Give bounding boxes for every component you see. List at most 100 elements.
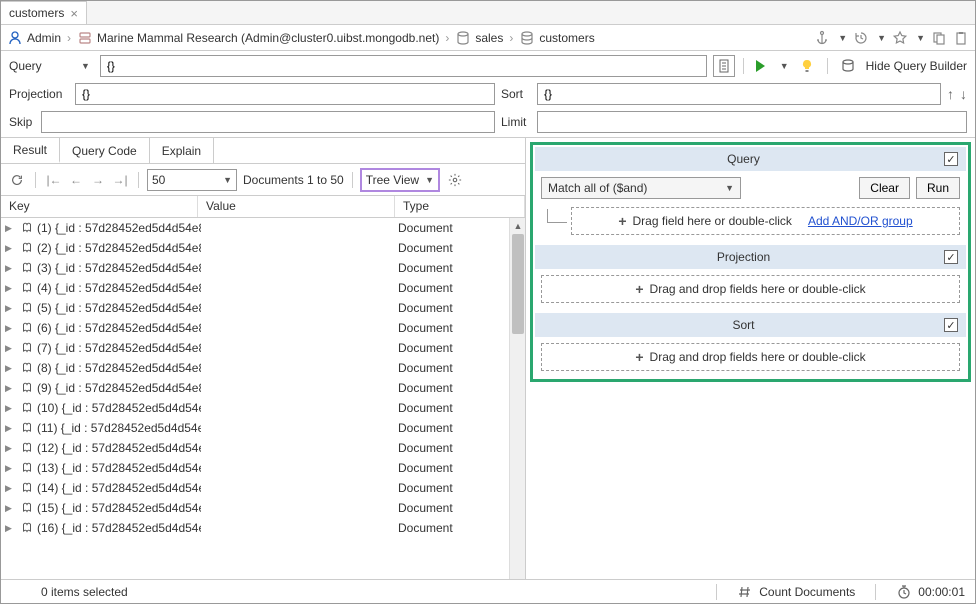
query-input[interactable] bbox=[100, 55, 707, 77]
document-icon bbox=[17, 361, 37, 375]
anchor-icon[interactable] bbox=[814, 30, 830, 46]
qb-sort-dropzone[interactable]: + Drag and drop fields here or double-cl… bbox=[541, 343, 960, 371]
gear-icon[interactable] bbox=[445, 170, 465, 190]
table-row[interactable]: ▶(7) {_id : 57d28452ed5d4d54e8 { 14 fiel… bbox=[1, 338, 525, 358]
paste-icon[interactable] bbox=[953, 30, 969, 46]
expand-icon[interactable]: ▶ bbox=[5, 363, 17, 374]
row-type: Document bbox=[398, 521, 521, 535]
qb-run-button[interactable]: Run bbox=[916, 177, 960, 199]
dropdown-icon[interactable]: ▼ bbox=[780, 61, 789, 71]
first-page-icon[interactable]: |← bbox=[44, 170, 64, 190]
expand-icon[interactable]: ▶ bbox=[5, 243, 17, 254]
view-mode-select[interactable]: Tree View ▼ bbox=[361, 169, 439, 191]
table-row[interactable]: ▶ (3) {_id : 57d28452ed5d4d54e8 { 13 fiel… bbox=[1, 258, 525, 278]
count-documents-button[interactable]: Count Documents bbox=[737, 584, 855, 600]
prev-page-icon[interactable]: ← bbox=[66, 170, 86, 190]
tab-explain[interactable]: Explain bbox=[150, 138, 214, 163]
sort-input[interactable] bbox=[537, 83, 941, 105]
expand-icon[interactable]: ▶ bbox=[5, 323, 17, 334]
qb-match-mode-select[interactable]: Match all of ($and) ▼ bbox=[541, 177, 741, 199]
expand-icon[interactable]: ▶ bbox=[5, 303, 17, 314]
sort-desc-icon[interactable]: ↓ bbox=[960, 86, 967, 102]
expand-icon[interactable]: ▶ bbox=[5, 523, 17, 534]
table-row[interactable]: ▶(15) {_id : 57d28452ed5d4d54e { 14 fiel… bbox=[1, 498, 525, 518]
tab-result[interactable]: Result bbox=[1, 138, 60, 163]
column-key[interactable]: Key bbox=[1, 196, 198, 217]
table-row[interactable]: ▶(5) {_id : 57d28452ed5d4d54e8 { 12 fiel… bbox=[1, 298, 525, 318]
scrollbar-thumb[interactable] bbox=[512, 234, 524, 334]
expand-icon[interactable]: ▶ bbox=[5, 463, 17, 474]
table-row[interactable]: ▶(1) {_id : 57d28452ed5d4d54e8 { 14 fiel… bbox=[1, 218, 525, 238]
table-row[interactable]: ▶(14) {_id : 57d28452ed5d4d54e { 14 fiel… bbox=[1, 478, 525, 498]
editor-tab[interactable]: customers × bbox=[1, 1, 87, 24]
document-icon bbox=[17, 401, 37, 415]
projection-input[interactable] bbox=[75, 83, 495, 105]
document-icon bbox=[17, 421, 37, 435]
table-row[interactable]: ▶(9) {_id : 57d28452ed5d4d54e8 { 13 fiel… bbox=[1, 378, 525, 398]
chevron-down-icon[interactable]: ▼ bbox=[77, 61, 94, 71]
qb-projection-dropzone[interactable]: + Drag and drop fields here or double-cl… bbox=[541, 275, 960, 303]
expand-icon[interactable]: ▶ bbox=[5, 423, 17, 434]
table-row[interactable]: ▶(6) {_id : 57d28452ed5d4d54e8 { 14 fiel… bbox=[1, 318, 525, 338]
qb-sort-checkbox[interactable]: ✓ bbox=[944, 318, 958, 332]
qb-projection-checkbox[interactable]: ✓ bbox=[944, 250, 958, 264]
table-row[interactable]: ▶(12) {_id : 57d28452ed5d4d54e { 14 fiel… bbox=[1, 438, 525, 458]
expand-icon[interactable]: ▶ bbox=[5, 483, 17, 494]
qb-clear-button[interactable]: Clear bbox=[859, 177, 910, 199]
expand-icon[interactable]: ▶ bbox=[5, 403, 17, 414]
star-icon[interactable] bbox=[892, 30, 908, 46]
dropdown-icon[interactable]: ▼ bbox=[838, 33, 847, 43]
status-bar: 0 items selected Count Documents 00:00:0… bbox=[1, 579, 975, 603]
breadcrumb-user[interactable]: Admin bbox=[27, 31, 61, 45]
next-page-icon[interactable]: → bbox=[88, 170, 108, 190]
qb-query-checkbox[interactable]: ✓ bbox=[944, 152, 958, 166]
database-icon bbox=[455, 30, 471, 46]
expand-icon[interactable]: ▶ bbox=[5, 443, 17, 454]
scrollbar-up-icon[interactable]: ▲ bbox=[510, 218, 525, 234]
qb-query-dropzone[interactable]: + Drag field here or double-click Add AN… bbox=[571, 207, 960, 235]
refresh-icon[interactable] bbox=[7, 170, 27, 190]
qb-query-header: Query ✓ bbox=[535, 147, 966, 171]
expand-icon[interactable]: ▶ bbox=[5, 263, 17, 274]
table-row[interactable]: ▶(16) {_id : 57d28452ed5d4d54e { 13 fiel… bbox=[1, 518, 525, 538]
qb-add-group-link[interactable]: Add AND/OR group bbox=[808, 214, 913, 228]
page-size-select[interactable]: 50 ▼ bbox=[147, 169, 237, 191]
grid-body[interactable]: ▶(1) {_id : 57d28452ed5d4d54e8 { 14 fiel… bbox=[1, 218, 525, 601]
table-row[interactable]: ▶(4) {_id : 57d28452ed5d4d54e8 { 13 fiel… bbox=[1, 278, 525, 298]
document-picker-icon[interactable] bbox=[713, 55, 735, 77]
limit-input[interactable] bbox=[537, 111, 967, 133]
close-icon[interactable]: × bbox=[70, 6, 78, 21]
breadcrumb-database[interactable]: sales bbox=[475, 31, 503, 45]
hide-query-builder-button[interactable]: Hide Query Builder bbox=[866, 59, 967, 73]
expand-icon[interactable]: ▶ bbox=[5, 283, 17, 294]
scrollbar[interactable]: ▲ ▼ bbox=[509, 218, 525, 601]
skip-input[interactable] bbox=[41, 111, 495, 133]
dropdown-icon[interactable]: ▼ bbox=[916, 33, 925, 43]
sort-asc-icon[interactable]: ↑ bbox=[947, 86, 954, 102]
lightbulb-icon[interactable] bbox=[799, 58, 815, 74]
copy-icon[interactable] bbox=[931, 30, 947, 46]
query-builder: Query ✓ Match all of ($and) ▼ Clear Run bbox=[530, 142, 971, 382]
last-page-icon[interactable]: →| bbox=[110, 170, 130, 190]
history-icon[interactable] bbox=[853, 30, 869, 46]
expand-icon[interactable]: ▶ bbox=[5, 503, 17, 514]
breadcrumb-cluster[interactable]: Marine Mammal Research (Admin@cluster0.u… bbox=[97, 31, 439, 45]
expand-icon[interactable]: ▶ bbox=[5, 343, 17, 354]
table-row[interactable]: ▶(10) {_id : 57d28452ed5d4d54e { 14 fiel… bbox=[1, 398, 525, 418]
play-icon[interactable] bbox=[752, 58, 768, 74]
expand-icon[interactable]: ▶ bbox=[5, 383, 17, 394]
table-row[interactable]: ▶(13) {_id : 57d28452ed5d4d54e { 14 fiel… bbox=[1, 458, 525, 478]
column-value[interactable]: Value bbox=[198, 196, 395, 217]
qb-sort-section: Sort ✓ + Drag and drop fields here or do… bbox=[535, 313, 966, 377]
table-row[interactable]: ▶(2) {_id : 57d28452ed5d4d54e8 { 13 fiel… bbox=[1, 238, 525, 258]
column-type[interactable]: Type bbox=[395, 196, 525, 217]
table-row[interactable]: ▶(8) {_id : 57d28452ed5d4d54e8 { 13 fiel… bbox=[1, 358, 525, 378]
table-row[interactable]: ▶(11) {_id : 57d28452ed5d4d54e { 12 fiel… bbox=[1, 418, 525, 438]
tab-query-code[interactable]: Query Code bbox=[60, 138, 150, 163]
expand-icon[interactable]: ▶ bbox=[5, 223, 17, 234]
dropdown-icon[interactable]: ▼ bbox=[877, 33, 886, 43]
document-icon bbox=[17, 261, 37, 275]
row-type: Document bbox=[398, 361, 521, 375]
row-key: (3) {_id : 57d28452ed5d4d54e8 { 13 field… bbox=[37, 261, 201, 275]
breadcrumb-collection[interactable]: customers bbox=[539, 31, 594, 45]
